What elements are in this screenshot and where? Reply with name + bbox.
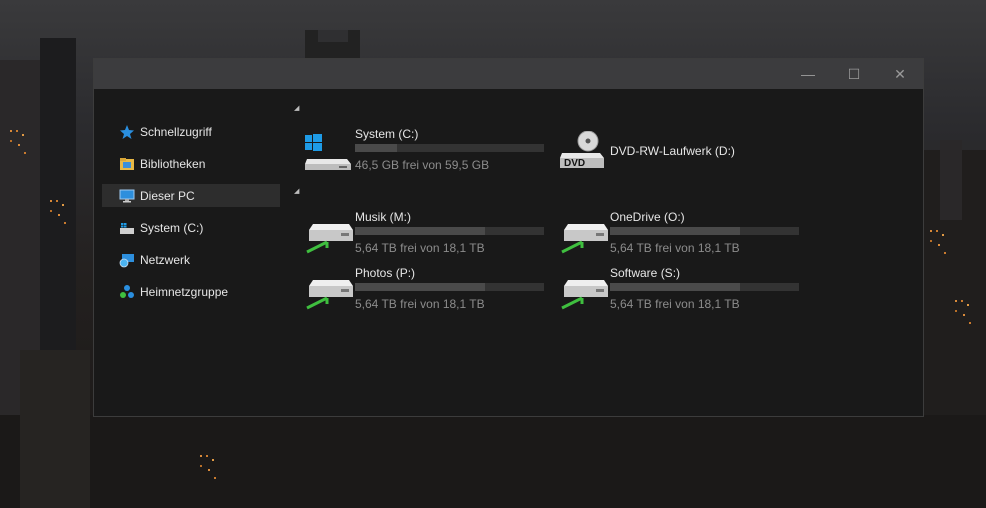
drive-name: System (C:) [355, 127, 419, 141]
drive-usage-fill [355, 283, 486, 291]
system-drive-icon [119, 220, 135, 236]
network-drive-icon [303, 214, 355, 254]
drive-tile-musik-m[interactable]: Musik (M:) 5,64 TB frei von 18,1 TB [303, 210, 553, 256]
homegroup-icon [119, 284, 135, 300]
network-globe-icon [119, 252, 135, 268]
nav-item-netzwerk[interactable]: Netzwerk [102, 248, 280, 271]
drive-name: Musik (M:) [355, 210, 411, 224]
close-button[interactable]: ✕ [877, 59, 923, 89]
network-drive-icon [558, 270, 610, 310]
nav-item-label: Netzwerk [140, 252, 191, 267]
network-drive-icon [303, 270, 355, 310]
nav-item-label: Heimnetzgruppe [140, 284, 229, 299]
drive-free-space: 5,64 TB frei von 18,1 TB [610, 297, 740, 311]
libraries-folder-icon [119, 156, 135, 172]
group-collapse-toggle[interactable]: ◢ [294, 187, 299, 195]
drive-free-space: 5,64 TB frei von 18,1 TB [355, 241, 485, 255]
drive-tile-dvd-d[interactable]: DVD DVD-RW-Laufwerk (D:) [558, 127, 808, 173]
drive-usage-bar [355, 227, 544, 235]
nav-item-heimnetzgruppe[interactable]: Heimnetzgruppe [102, 280, 280, 303]
network-drive-icon [558, 214, 610, 254]
drive-usage-bar [355, 283, 544, 291]
windows-drive-icon [303, 131, 355, 171]
file-explorer-window: — ☐ ✕ Schnellzugriff Bibliotheken Dieser… [93, 58, 924, 417]
nav-item-label: Schnellzugriff [140, 124, 212, 139]
drive-usage-fill [610, 227, 741, 235]
drive-name: DVD-RW-Laufwerk (D:) [610, 144, 735, 158]
nav-item-system-c[interactable]: System (C:) [102, 216, 280, 239]
drive-name: Photos (P:) [355, 266, 416, 280]
drive-free-space: 46,5 GB frei von 59,5 GB [355, 158, 490, 172]
title-bar[interactable]: — ☐ ✕ [94, 59, 923, 89]
nav-item-label: Bibliotheken [140, 156, 206, 171]
drive-name: Software (S:) [610, 266, 681, 280]
drive-tile-onedrive-o[interactable]: OneDrive (O:) 5,64 TB frei von 18,1 TB [558, 210, 808, 256]
drive-name: OneDrive (O:) [610, 210, 685, 224]
nav-item-dieser-pc[interactable]: Dieser PC [102, 184, 280, 207]
minimize-button[interactable]: — [785, 59, 831, 89]
drive-tile-photos-p[interactable]: Photos (P:) 5,64 TB frei von 18,1 TB [303, 266, 553, 312]
group-collapse-toggle[interactable]: ◢ [294, 104, 299, 112]
drive-free-space: 5,64 TB frei von 18,1 TB [355, 297, 485, 311]
drive-usage-bar [355, 144, 544, 152]
drive-tile-software-s[interactable]: Software (S:) 5,64 TB frei von 18,1 TB [558, 266, 808, 312]
drive-usage-fill [355, 144, 397, 152]
drive-free-space: 5,64 TB frei von 18,1 TB [610, 241, 740, 255]
nav-item-bibliotheken[interactable]: Bibliotheken [102, 152, 280, 175]
explorer-content: Schnellzugriff Bibliotheken Dieser PC Sy… [94, 89, 923, 416]
nav-item-label: System (C:) [140, 220, 204, 235]
star-pin-icon [119, 124, 135, 140]
drive-usage-bar [610, 283, 799, 291]
maximize-icon: ☐ [847, 65, 861, 82]
dvd-drive-icon: DVD [558, 130, 610, 171]
drive-usage-bar [610, 227, 799, 235]
maximize-button[interactable]: ☐ [831, 59, 877, 89]
nav-item-label: Dieser PC [140, 188, 195, 203]
drive-usage-fill [355, 227, 486, 235]
minimize-icon: — [801, 66, 815, 82]
computer-monitor-icon [119, 188, 135, 204]
drive-tile-system-c[interactable]: System (C:) 46,5 GB frei von 59,5 GB [303, 127, 553, 173]
dvd-badge: DVD [564, 158, 586, 169]
nav-item-schnellzugriff[interactable]: Schnellzugriff [102, 120, 280, 143]
close-icon: ✕ [894, 65, 906, 82]
drive-usage-fill [610, 283, 741, 291]
